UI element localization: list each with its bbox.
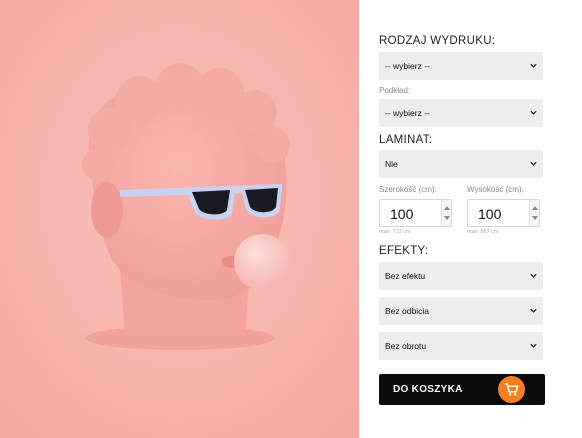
- decrement-icon[interactable]: [444, 216, 450, 220]
- height-label: Wysokość (cm):: [467, 185, 524, 194]
- laminate-heading: LAMINAT:: [379, 134, 433, 146]
- chevron-down-icon: [530, 161, 537, 166]
- increment-icon[interactable]: [532, 206, 538, 210]
- width-max-hint: max: 713 cm: [379, 229, 411, 235]
- height-input[interactable]: 100: [467, 199, 540, 227]
- bust-with-sunglasses-image: [0, 0, 359, 438]
- reflection-value: Bez odbicia: [385, 306, 429, 316]
- width-label: Szerokość (cm):: [379, 185, 437, 194]
- rotation-select[interactable]: Bez obrotu: [379, 332, 543, 360]
- chevron-down-icon: [530, 273, 537, 278]
- laminate-select[interactable]: Nie: [379, 150, 543, 178]
- print-type-value: -- wybierz --: [385, 61, 430, 71]
- rotation-value: Bez obrotu: [385, 341, 427, 351]
- print-type-select[interactable]: -- wybierz --: [379, 52, 543, 80]
- height-value: 100: [478, 206, 502, 222]
- laminate-value: Nie: [385, 159, 398, 169]
- effect-value: Bez efektu: [385, 271, 426, 281]
- cart-icon: [504, 383, 519, 396]
- decrement-icon[interactable]: [532, 216, 538, 220]
- effect-select[interactable]: Bez efektu: [379, 262, 543, 290]
- height-max-hint: max: 567 cm: [467, 229, 499, 235]
- chevron-down-icon: [530, 63, 537, 68]
- width-input[interactable]: 100: [379, 199, 452, 227]
- cart-icon-badge: [498, 376, 525, 403]
- chevron-down-icon: [530, 343, 537, 348]
- width-stepper[interactable]: [441, 200, 451, 226]
- print-type-heading: RODZAJ WYDRUKU:: [379, 35, 496, 47]
- effects-heading: EFEKTY:: [379, 245, 429, 257]
- reflection-select[interactable]: Bez odbicia: [379, 297, 543, 325]
- add-to-cart-label: DO KOSZYKA: [393, 384, 463, 395]
- base-label: Podkład:: [379, 86, 411, 95]
- chevron-down-icon: [530, 110, 537, 115]
- base-value: -- wybierz --: [385, 108, 430, 118]
- increment-icon[interactable]: [444, 206, 450, 210]
- product-preview-image: [0, 0, 359, 438]
- width-value: 100: [390, 206, 414, 222]
- base-select[interactable]: -- wybierz --: [379, 99, 543, 127]
- print-options-form: RODZAJ WYDRUKU: -- wybierz -- Podkład: -…: [379, 0, 545, 438]
- chevron-down-icon: [530, 308, 537, 313]
- height-stepper[interactable]: [529, 200, 539, 226]
- add-to-cart-button[interactable]: DO KOSZYKA: [379, 374, 545, 405]
